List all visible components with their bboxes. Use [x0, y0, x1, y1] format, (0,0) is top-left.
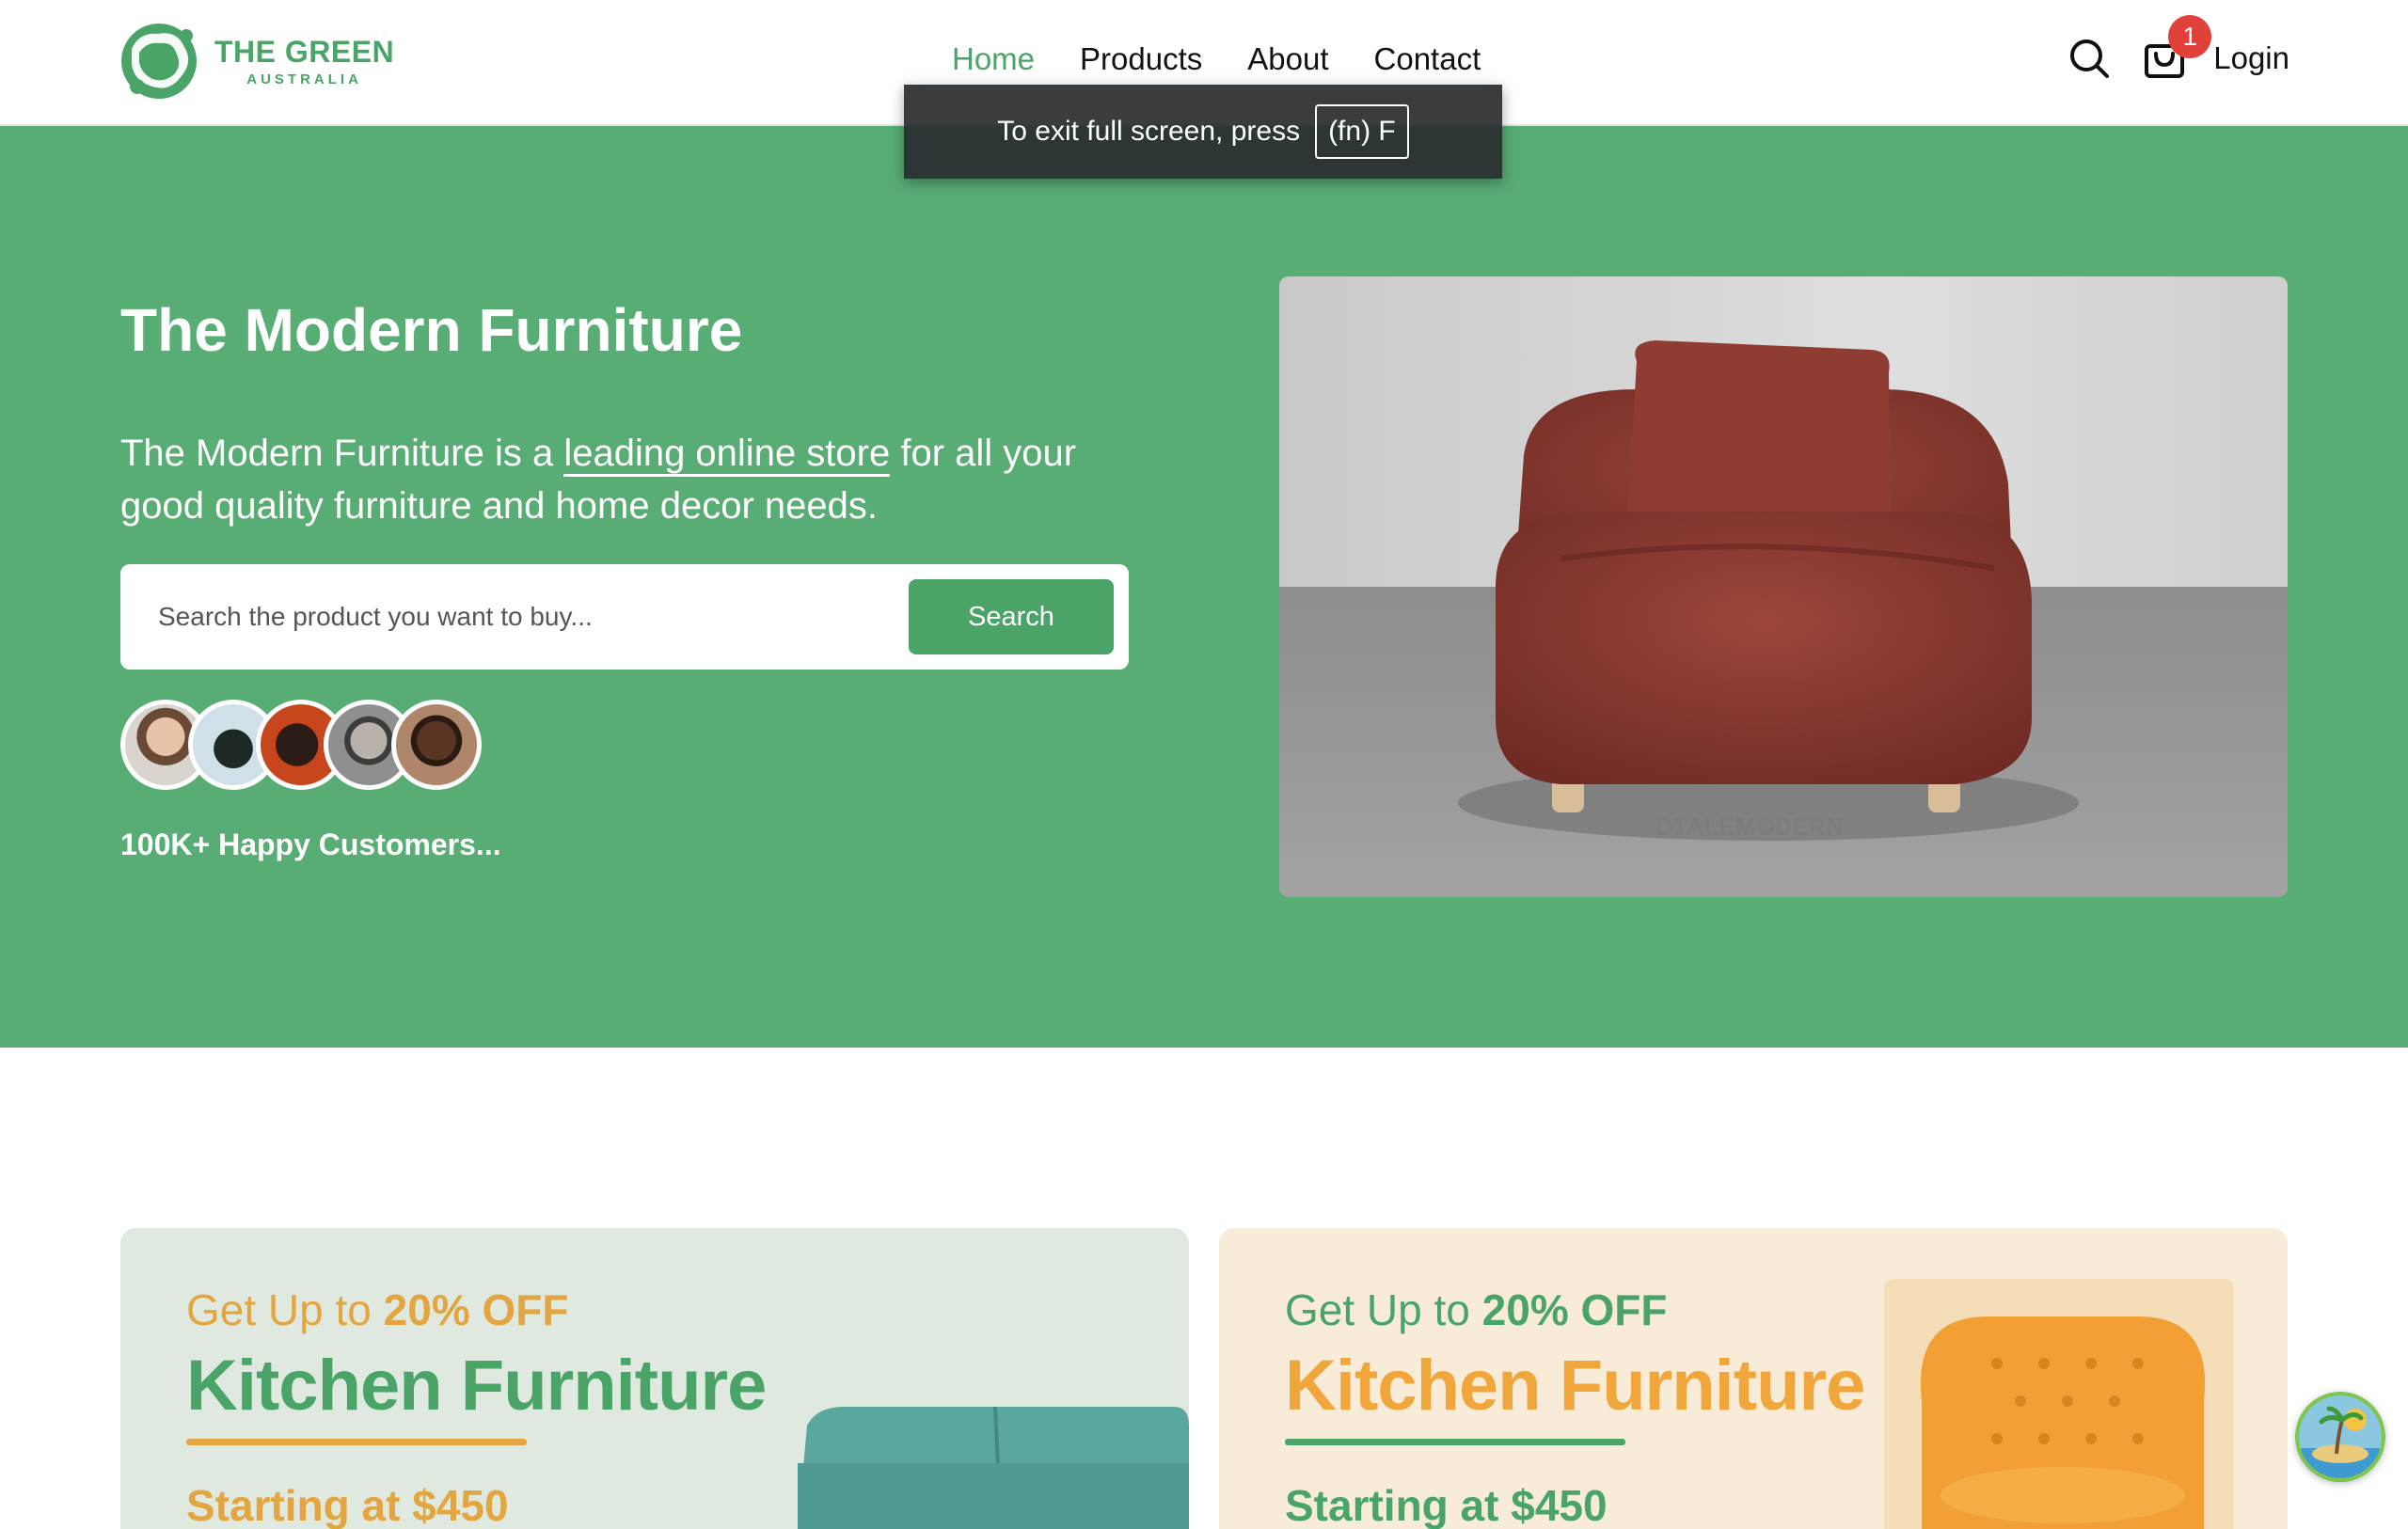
promo-price: Starting at $450	[1285, 1481, 1608, 1529]
brand-subtitle: AUSTRALIA	[246, 71, 362, 87]
hero-chair-image: DTALEMODERN	[1279, 276, 2288, 897]
promo-title: Kitchen Furniture	[186, 1346, 767, 1426]
australia-leaf-logo-icon	[121, 24, 197, 99]
cart-button[interactable]: 1	[2142, 15, 2212, 81]
customer-avatars	[120, 700, 482, 790]
search-icon	[2070, 39, 2110, 78]
hero-title: The Modern Furniture	[120, 296, 743, 364]
hero-description: The Modern Furniture is a leading online…	[120, 433, 1077, 527]
login-link[interactable]: Login	[2213, 40, 2289, 76]
product-search-input[interactable]	[141, 583, 997, 651]
header-search-button[interactable]	[2067, 36, 2112, 81]
toast-text: To exit full screen, press	[997, 116, 1301, 147]
brand-name: THE GREEN	[214, 35, 395, 69]
watermark-text: DTALEMODERN	[1656, 812, 1844, 841]
nav-products[interactable]: Products	[1080, 41, 1202, 77]
toast-key: (fn) F	[1315, 104, 1409, 159]
brand-logo[interactable]: THE GREEN AUSTRALIA	[119, 21, 394, 102]
product-search-bar: Search	[120, 564, 1129, 670]
cart-count-badge: 1	[2168, 15, 2212, 58]
hero-section: The Modern Furniture The Modern Furnitur…	[0, 126, 2408, 1048]
avatar	[391, 700, 482, 790]
main-nav: Home Products About Contact	[952, 41, 1481, 77]
highlighted-phrase: leading online store	[563, 433, 891, 477]
promo-title: Kitchen Furniture	[1285, 1346, 1865, 1426]
happy-customers-label: 100K+ Happy Customers...	[120, 828, 501, 861]
promo-underline	[1285, 1439, 1625, 1445]
nav-about[interactable]: About	[1247, 41, 1328, 77]
promo-card-kitchen-green[interactable]: Get Up to 20% OFF Kitchen Furniture Star…	[120, 1228, 1189, 1529]
floating-assistant-button[interactable]	[2295, 1392, 2385, 1482]
promo-card-kitchen-cream[interactable]: Get Up to 20% OFF Kitchen Furniture Star…	[1219, 1228, 2288, 1529]
promo-price: Starting at $450	[186, 1481, 509, 1529]
promo-underline	[186, 1439, 527, 1445]
search-button[interactable]: Search	[909, 579, 1114, 654]
armchair-photo: DTALEMODERN	[1279, 276, 2288, 897]
beach-island-icon	[2295, 1392, 2385, 1482]
nav-contact[interactable]: Contact	[1374, 41, 1481, 77]
nav-home[interactable]: Home	[952, 41, 1035, 77]
orange-armchair-image	[1884, 1279, 2234, 1529]
teal-sofa-image	[798, 1406, 1189, 1529]
fullscreen-exit-toast: To exit full screen, press (fn) F	[904, 85, 1502, 179]
